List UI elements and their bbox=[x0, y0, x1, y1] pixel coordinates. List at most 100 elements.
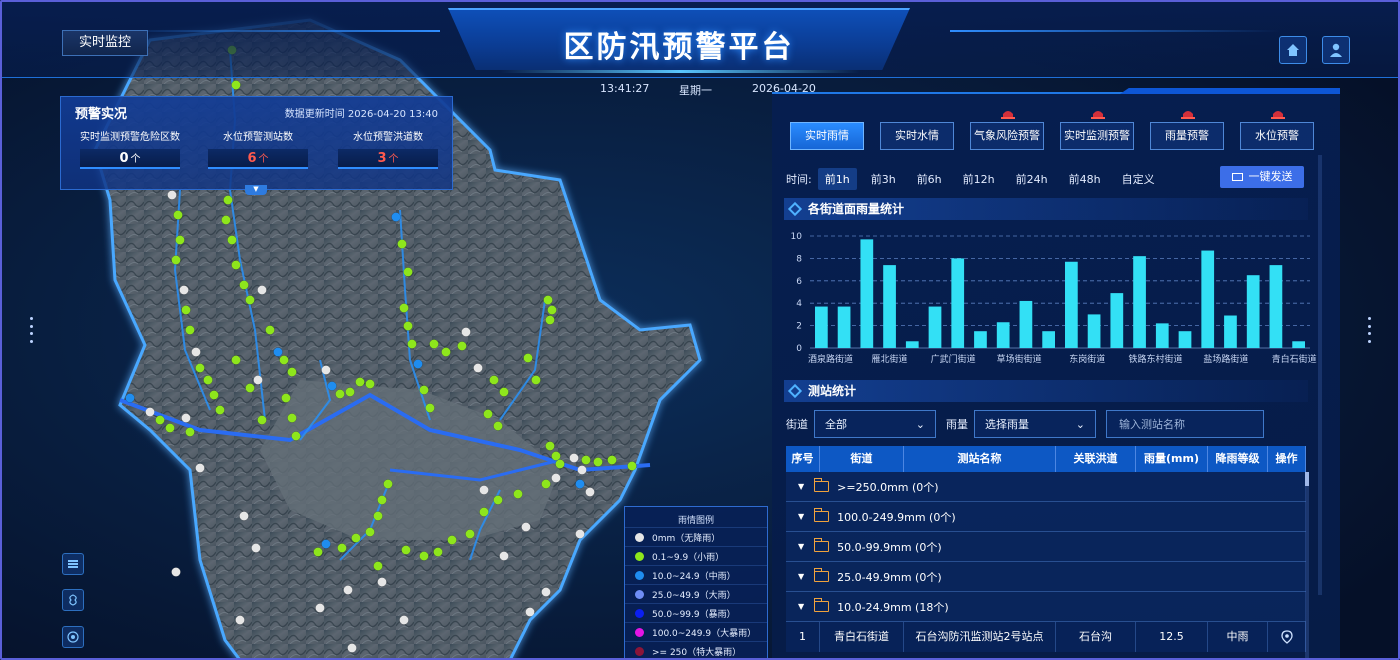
rain-station-marker[interactable] bbox=[513, 489, 523, 499]
bar[interactable] bbox=[1155, 323, 1169, 348]
rain-station-marker[interactable] bbox=[191, 347, 201, 357]
rain-station-marker[interactable] bbox=[203, 375, 213, 385]
rain-station-marker[interactable] bbox=[155, 415, 165, 425]
rain-station-marker[interactable] bbox=[231, 355, 241, 365]
rain-station-marker[interactable] bbox=[465, 529, 475, 539]
rain-station-marker[interactable] bbox=[541, 587, 551, 597]
rain-station-marker[interactable] bbox=[575, 479, 585, 489]
rain-station-marker[interactable] bbox=[337, 543, 347, 553]
bar[interactable] bbox=[1269, 265, 1283, 348]
tab-5[interactable]: 水位预警 bbox=[1240, 111, 1314, 150]
bar[interactable] bbox=[1201, 250, 1215, 348]
rain-station-marker[interactable] bbox=[593, 457, 603, 467]
time-option[interactable]: 自定义 bbox=[1115, 168, 1162, 190]
rain-station-marker[interactable] bbox=[391, 212, 401, 222]
typhoon-icon[interactable] bbox=[62, 589, 84, 611]
rain-station-marker[interactable] bbox=[239, 511, 249, 521]
time-option[interactable]: 前6h bbox=[910, 168, 949, 190]
bar[interactable] bbox=[815, 306, 828, 348]
street-select[interactable]: 全部 ⌄ bbox=[814, 410, 936, 438]
rain-station-marker[interactable] bbox=[245, 295, 255, 305]
tab-3[interactable]: 实时监测预警 bbox=[1060, 111, 1134, 150]
rain-station-marker[interactable] bbox=[403, 267, 413, 277]
rain-station-marker[interactable] bbox=[397, 239, 407, 249]
bar[interactable] bbox=[1178, 331, 1192, 348]
rain-station-marker[interactable] bbox=[215, 405, 225, 415]
rain-station-marker[interactable] bbox=[355, 377, 365, 387]
rain-station-marker[interactable] bbox=[239, 280, 249, 290]
rain-station-marker[interactable] bbox=[577, 465, 587, 475]
rain-station-marker[interactable] bbox=[547, 305, 557, 315]
rain-station-marker[interactable] bbox=[461, 327, 471, 337]
rain-station-marker[interactable] bbox=[545, 441, 555, 451]
rain-station-marker[interactable] bbox=[223, 195, 233, 205]
rain-station-marker[interactable] bbox=[479, 507, 489, 517]
rain-station-marker[interactable] bbox=[345, 387, 355, 397]
rain-station-marker[interactable] bbox=[607, 455, 617, 465]
rain-select[interactable]: 选择雨量 ⌄ bbox=[974, 410, 1096, 438]
rain-station-marker[interactable] bbox=[125, 393, 135, 403]
bar[interactable] bbox=[928, 306, 942, 348]
bar[interactable] bbox=[974, 331, 987, 348]
rain-station-marker[interactable] bbox=[257, 285, 267, 295]
rain-station-marker[interactable] bbox=[313, 547, 323, 557]
rain-station-marker[interactable] bbox=[433, 547, 443, 557]
rain-station-marker[interactable] bbox=[447, 535, 457, 545]
rain-station-marker[interactable] bbox=[425, 403, 435, 413]
time-option[interactable]: 前12h bbox=[956, 168, 1002, 190]
bar[interactable] bbox=[951, 258, 965, 348]
collapse-panel-chevron-icon[interactable]: ▼ bbox=[245, 185, 267, 195]
rain-station-marker[interactable] bbox=[627, 461, 637, 471]
rain-station-marker[interactable] bbox=[541, 479, 551, 489]
bar[interactable] bbox=[1246, 275, 1260, 348]
rain-station-marker[interactable] bbox=[531, 375, 541, 385]
rain-station-marker[interactable] bbox=[377, 577, 387, 587]
rain-station-marker[interactable] bbox=[407, 339, 417, 349]
panel-scrollbar[interactable] bbox=[1318, 155, 1322, 595]
rain-station-marker[interactable] bbox=[373, 511, 383, 521]
rain-station-marker[interactable] bbox=[181, 413, 191, 423]
rain-group-row[interactable]: ▼ 50.0-99.9mm (0个) bbox=[786, 532, 1306, 562]
time-option[interactable]: 前1h bbox=[817, 168, 857, 190]
bar[interactable] bbox=[1133, 256, 1146, 348]
rain-station-marker[interactable] bbox=[179, 285, 189, 295]
table-row[interactable]: 1 青白石街道 石台沟防汛监测站2号站点 石台沟 12.5 中雨 bbox=[786, 622, 1306, 652]
layer-icon[interactable] bbox=[62, 553, 84, 575]
rain-station-marker[interactable] bbox=[321, 365, 331, 375]
rain-group-row[interactable]: ▼ >=250.0mm (0个) bbox=[786, 472, 1306, 502]
rain-station-marker[interactable] bbox=[543, 295, 553, 305]
rain-station-marker[interactable] bbox=[413, 359, 423, 369]
rain-station-marker[interactable] bbox=[171, 567, 181, 577]
rain-station-marker[interactable] bbox=[227, 235, 237, 245]
rain-station-marker[interactable] bbox=[253, 375, 263, 385]
tab-0[interactable]: 实时雨情 bbox=[790, 122, 864, 150]
rain-station-marker[interactable] bbox=[175, 235, 185, 245]
bar[interactable] bbox=[1110, 293, 1124, 348]
rain-station-marker[interactable] bbox=[195, 463, 205, 473]
rain-group-row[interactable]: ▼ 25.0-49.9mm (0个) bbox=[786, 562, 1306, 592]
rain-station-marker[interactable] bbox=[221, 215, 231, 225]
rain-station-marker[interactable] bbox=[403, 321, 413, 331]
rain-station-marker[interactable] bbox=[499, 551, 509, 561]
bar[interactable] bbox=[996, 322, 1010, 348]
rain-station-marker[interactable] bbox=[365, 379, 375, 389]
rain-station-marker[interactable] bbox=[265, 325, 275, 335]
rain-station-marker[interactable] bbox=[483, 409, 493, 419]
rain-station-marker[interactable] bbox=[429, 339, 439, 349]
rain-station-marker[interactable] bbox=[185, 427, 195, 437]
rain-group-row[interactable]: ▼ 100.0-249.9mm (0个) bbox=[786, 502, 1306, 532]
rain-station-marker[interactable] bbox=[257, 415, 267, 425]
rain-station-marker[interactable] bbox=[551, 451, 561, 461]
rain-station-marker[interactable] bbox=[185, 325, 195, 335]
rain-station-marker[interactable] bbox=[489, 375, 499, 385]
rain-station-marker[interactable] bbox=[383, 479, 393, 489]
left-drawer-handle[interactable] bbox=[28, 315, 34, 345]
rain-station-marker[interactable] bbox=[399, 615, 409, 625]
rain-station-marker[interactable] bbox=[545, 315, 555, 325]
rain-station-marker[interactable] bbox=[373, 561, 383, 571]
bar[interactable] bbox=[883, 265, 896, 348]
rain-station-marker[interactable] bbox=[279, 355, 289, 365]
rain-station-marker[interactable] bbox=[525, 607, 535, 617]
rain-group-row[interactable]: ▼ 10.0-24.9mm (18个) bbox=[786, 592, 1306, 622]
bar[interactable] bbox=[860, 239, 874, 348]
